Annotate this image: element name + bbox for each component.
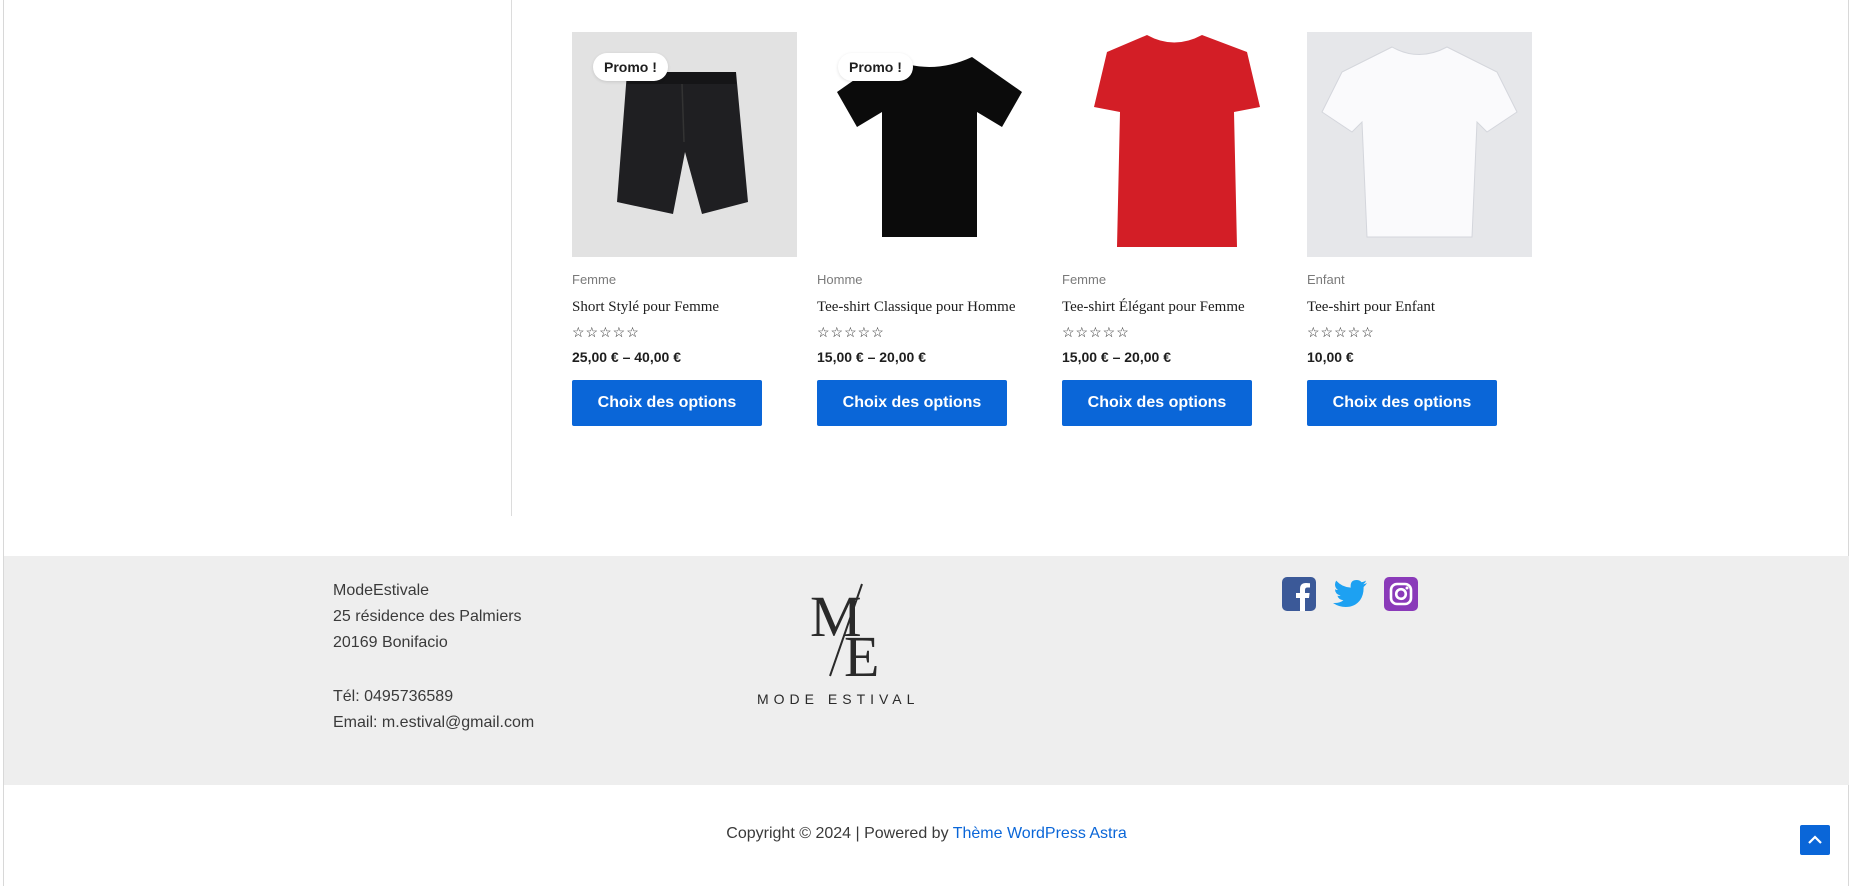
instagram-link[interactable] bbox=[1383, 576, 1419, 612]
rating-stars: ☆☆☆☆☆ bbox=[572, 324, 640, 340]
facebook-icon bbox=[1282, 577, 1316, 611]
red-tshirt-image bbox=[1062, 32, 1287, 257]
product-card: Femme Tee-shirt Élégant pour Femme ☆☆☆☆☆… bbox=[1062, 32, 1287, 426]
scroll-to-top-button[interactable] bbox=[1800, 825, 1830, 855]
footer-copyright-bar: Copyright © 2024 | Powered by Thème Word… bbox=[4, 785, 1849, 886]
choose-options-button[interactable]: Choix des options bbox=[1062, 380, 1252, 426]
product-title[interactable]: Tee-shirt Élégant pour Femme bbox=[1062, 299, 1287, 316]
product-card: Promo ! Homme Tee-shirt Classique pour H… bbox=[817, 32, 1042, 426]
product-image-link[interactable]: Promo ! bbox=[572, 32, 797, 257]
product-price: 10,00 € bbox=[1307, 349, 1354, 365]
phone-number: Tél: 0495736589 bbox=[333, 688, 454, 705]
rating-stars: ☆☆☆☆☆ bbox=[817, 324, 885, 340]
site-logo[interactable]: M E MODE ESTIVAL bbox=[744, 576, 954, 707]
product-category: Femme bbox=[1062, 272, 1107, 287]
product-card: Promo ! Femme Short Stylé pour Femme ☆☆☆… bbox=[572, 32, 797, 426]
social-links bbox=[1281, 576, 1419, 612]
company-name: ModeEstivale bbox=[333, 582, 430, 599]
sidebar-divider bbox=[511, 0, 512, 516]
product-category: Femme bbox=[572, 272, 617, 287]
product-image-link[interactable] bbox=[1307, 32, 1532, 257]
choose-options-button[interactable]: Choix des options bbox=[1307, 380, 1497, 426]
rating-stars: ☆☆☆☆☆ bbox=[1062, 324, 1130, 340]
astra-theme-link[interactable]: Thème WordPress Astra bbox=[953, 825, 1127, 842]
facebook-link[interactable] bbox=[1281, 576, 1317, 612]
twitter-icon bbox=[1333, 580, 1367, 607]
product-card: Enfant Tee-shirt pour Enfant ☆☆☆☆☆ 10,00… bbox=[1307, 32, 1532, 426]
instagram-icon bbox=[1384, 577, 1418, 611]
product-image-link[interactable]: Promo ! bbox=[817, 32, 1042, 257]
product-price: 25,00 € – 40,00 € bbox=[572, 349, 681, 365]
twitter-link[interactable] bbox=[1332, 576, 1368, 612]
monogram-icon: M E bbox=[810, 583, 879, 689]
copyright-text: Copyright © 2024 | Powered by Thème Word… bbox=[4, 825, 1849, 843]
choose-options-button[interactable]: Choix des options bbox=[572, 380, 762, 426]
footer-address: ModeEstivale 25 résidence des Palmiers 2… bbox=[333, 578, 534, 736]
promo-badge: Promo ! bbox=[593, 53, 668, 81]
product-category: Homme bbox=[817, 272, 863, 287]
product-image-link[interactable] bbox=[1062, 32, 1287, 257]
product-category: Enfant bbox=[1307, 272, 1345, 287]
copyright-prefix: Copyright © 2024 | Powered by bbox=[726, 825, 953, 842]
monogram-letter-e: E bbox=[844, 624, 879, 686]
city-address: 20169 Bonifacio bbox=[333, 634, 448, 651]
choose-options-button[interactable]: Choix des options bbox=[817, 380, 1007, 426]
rating-stars: ☆☆☆☆☆ bbox=[1307, 324, 1375, 340]
email-address: Email: m.estival@gmail.com bbox=[333, 714, 535, 731]
chevron-up-icon bbox=[1808, 835, 1822, 844]
promo-badge: Promo ! bbox=[838, 53, 913, 81]
product-title[interactable]: Short Stylé pour Femme bbox=[572, 299, 797, 316]
white-tshirt-image bbox=[1307, 32, 1532, 257]
product-title[interactable]: Tee-shirt pour Enfant bbox=[1307, 299, 1532, 316]
street-address: 25 résidence des Palmiers bbox=[333, 608, 522, 625]
product-price: 15,00 € – 20,00 € bbox=[817, 349, 926, 365]
footer-widgets: ModeEstivale 25 résidence des Palmiers 2… bbox=[4, 556, 1849, 785]
product-grid: Promo ! Femme Short Stylé pour Femme ☆☆☆… bbox=[572, 32, 1532, 426]
product-price: 15,00 € – 20,00 € bbox=[1062, 349, 1171, 365]
logo-tagline: MODE ESTIVAL bbox=[757, 691, 920, 707]
product-title[interactable]: Tee-shirt Classique pour Homme bbox=[817, 299, 1042, 316]
